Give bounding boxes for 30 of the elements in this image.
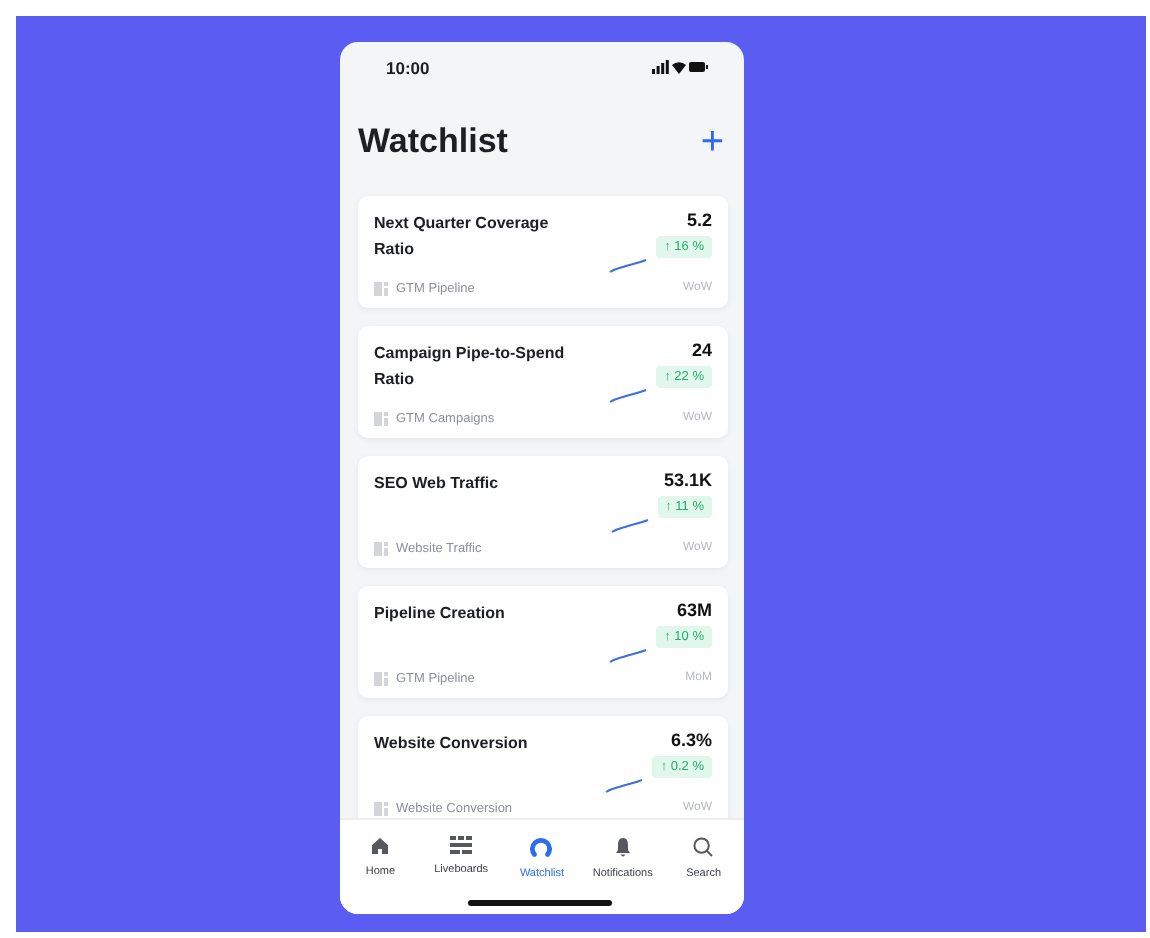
- chart-icon: [374, 671, 388, 686]
- metric-value: 6.3%: [670, 729, 712, 750]
- page-title: Watchlist: [358, 121, 508, 162]
- metric-value: 24: [691, 339, 712, 360]
- bell-icon: [613, 836, 632, 859]
- sparkline-drawing: [608, 647, 649, 664]
- metric-title: Pipeline Creation: [374, 601, 507, 626]
- metric-title: SEO Web Traffic: [374, 471, 501, 496]
- grid-icon: [450, 836, 473, 855]
- sparkline-drawing: [604, 777, 645, 794]
- metric-value: 53.1K: [663, 469, 712, 490]
- metric-title: Campaign Pipe-to-Spend Ratio: [374, 341, 567, 392]
- metric-value: 63M: [676, 599, 712, 620]
- sparkline-drawing: [609, 517, 650, 534]
- metric-title: Next Quarter Coverage Ratio: [374, 211, 551, 262]
- gauge-icon: [530, 836, 553, 859]
- home-icon: [370, 836, 391, 857]
- home-indicator: [468, 900, 612, 906]
- chart-icon: [374, 411, 388, 426]
- chart-icon: [374, 801, 388, 816]
- metric-value: 5.2: [686, 209, 712, 230]
- sparkline-drawing: [608, 387, 649, 404]
- search-icon: [692, 836, 715, 859]
- status-time: 10:00: [386, 57, 430, 78]
- status-icons: [652, 60, 708, 75]
- metric-title: Website Conversion: [374, 731, 530, 756]
- add-button[interactable]: +: [700, 121, 724, 162]
- sparkline-drawing: [608, 257, 649, 274]
- chart-icon: [374, 541, 388, 556]
- chart-icon: [374, 281, 388, 296]
